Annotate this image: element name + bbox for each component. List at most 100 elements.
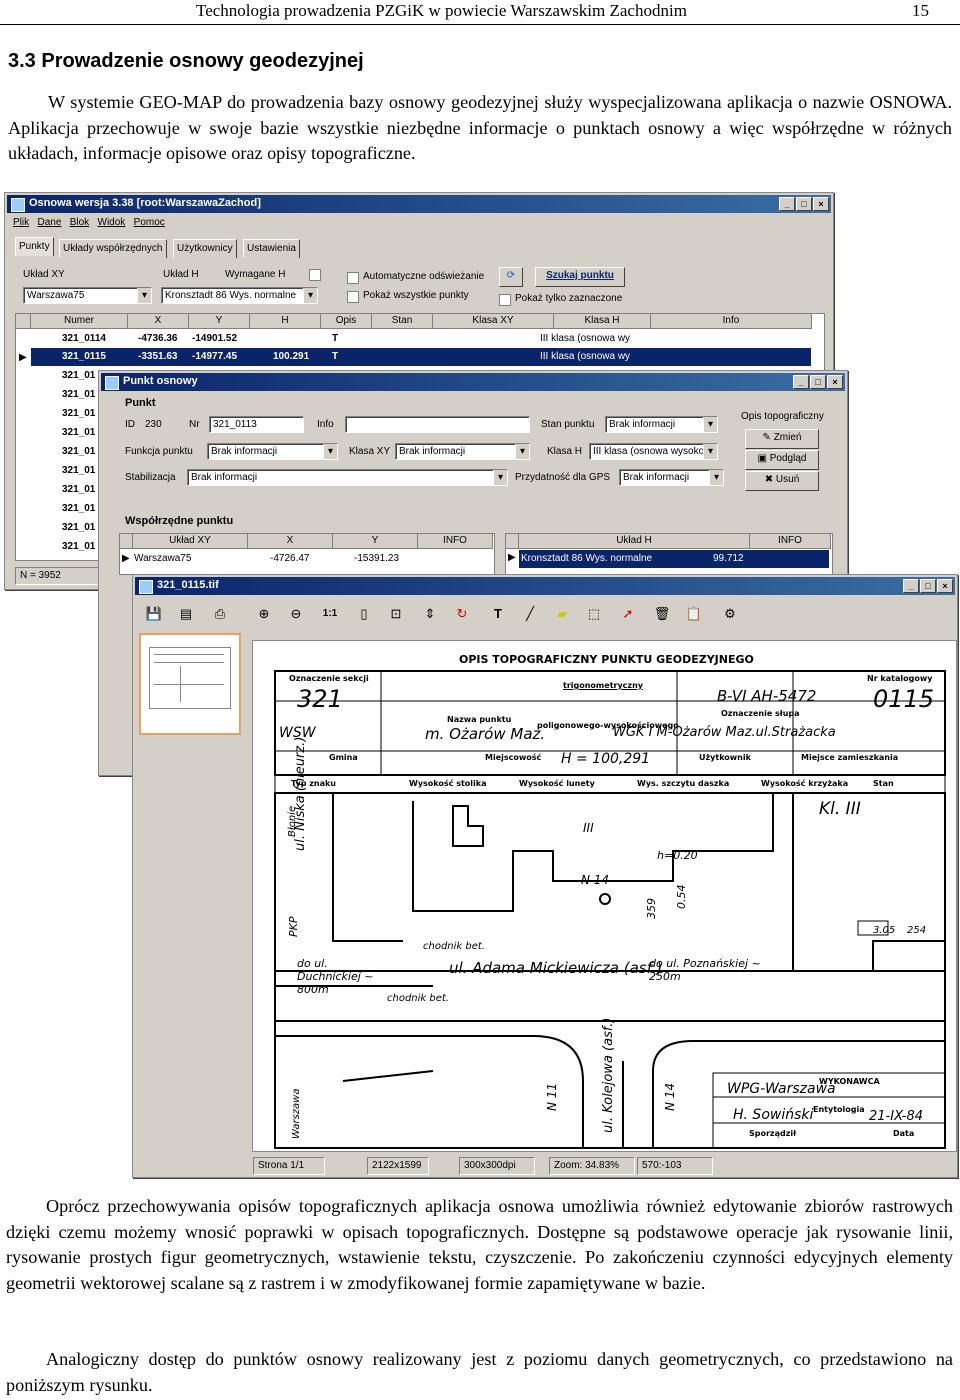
list-item[interactable]: 321_01 bbox=[62, 367, 95, 385]
nr-label: Nr bbox=[189, 419, 200, 430]
minimize-icon[interactable]: _ bbox=[779, 197, 795, 211]
list-item[interactable]: 321_01 bbox=[62, 443, 95, 461]
save-icon[interactable]: 💾 bbox=[143, 603, 165, 625]
list-item[interactable]: 321_01 bbox=[62, 386, 95, 404]
table-row-selected[interactable]: 321_0115 -3351.63 -14977.45 100.291 T II… bbox=[31, 348, 811, 366]
col-y[interactable]: Y bbox=[333, 534, 418, 549]
podglad-button[interactable]: ▣ Podgląd bbox=[745, 450, 819, 470]
klasa-xy-select[interactable]: Brak informacji bbox=[395, 443, 530, 460]
fit-height-icon[interactable]: ⇕ bbox=[419, 603, 441, 625]
paragraph-2: Oprócz przechowywania opisów topograficz… bbox=[6, 1194, 953, 1296]
uklad-xy-select[interactable]: Warszawa75 bbox=[23, 287, 152, 304]
zoom-in-icon[interactable]: ⊕ bbox=[253, 603, 275, 625]
menu-dane[interactable]: Dane bbox=[37, 217, 61, 228]
klasa-h-label: Klasa H bbox=[547, 446, 583, 457]
close-icon[interactable]: × bbox=[937, 579, 953, 593]
uklad-h-select[interactable]: Kronsztadt 86 Wys. normalne bbox=[161, 287, 318, 304]
fit-width-icon[interactable]: ⊡ bbox=[385, 603, 407, 625]
col-numer[interactable]: Numer bbox=[31, 314, 128, 329]
page-thumbnail[interactable] bbox=[139, 633, 241, 735]
col-klasa-h[interactable]: Klasa H bbox=[554, 314, 651, 329]
funkcja-select[interactable]: Brak informacji bbox=[207, 443, 338, 460]
zoom-1to1-icon[interactable]: 1:1 bbox=[319, 603, 341, 625]
search-point-button[interactable]: Szukaj punktu bbox=[535, 267, 625, 287]
col-uklad-xy[interactable]: Układ XY bbox=[133, 534, 248, 549]
status-zoom: Zoom: 34.83% bbox=[549, 1157, 635, 1175]
h-coords-table: Układ H INFO Kronsztadt 86 Wys. normalne… bbox=[505, 533, 833, 575]
data-label: Data bbox=[893, 1129, 915, 1138]
col-h[interactable]: H bbox=[250, 314, 321, 329]
slup-value: B-VI AH-5472 bbox=[717, 687, 817, 705]
pointer-icon[interactable]: ➚ bbox=[617, 603, 639, 625]
col-klasa-xy[interactable]: Klasa XY bbox=[433, 314, 554, 329]
menu-plik[interactable]: Plik bbox=[13, 217, 29, 228]
tab-ustawienia[interactable]: Ustawienia bbox=[243, 239, 300, 258]
table-row[interactable]: ▶ Warszawa75 -4726.47 -15391.23 bbox=[120, 550, 490, 568]
col-x[interactable]: X bbox=[248, 534, 333, 549]
menu-pomoc[interactable]: Pomoc bbox=[134, 217, 165, 228]
col-info[interactable]: Info bbox=[651, 314, 812, 329]
miejsce-label: Miejsce zamieszkania bbox=[801, 753, 899, 762]
col-stan[interactable]: Stan bbox=[372, 314, 433, 329]
maximize-icon[interactable]: □ bbox=[920, 579, 936, 593]
dist-305: 3.05 bbox=[873, 925, 896, 936]
nr-field[interactable]: 321_0113 bbox=[209, 416, 304, 433]
rotate-icon[interactable]: ↻ bbox=[451, 603, 473, 625]
show-all-checkbox[interactable] bbox=[347, 291, 359, 303]
select-rect-icon[interactable]: ⬚ bbox=[583, 603, 605, 625]
klasa-h-select[interactable]: III klasa (osnowa wysoko: bbox=[589, 443, 718, 460]
list-item[interactable]: 321_01 bbox=[62, 538, 95, 556]
list-item[interactable]: 321_01 bbox=[62, 500, 95, 518]
main-window-title: Osnowa wersja 3.38 [root:WarszawaZachod] bbox=[29, 197, 261, 209]
maximize-icon[interactable]: □ bbox=[796, 197, 812, 211]
stan-select[interactable]: Brak informacji bbox=[605, 416, 718, 433]
close-icon[interactable]: × bbox=[827, 375, 843, 389]
zoom-out-icon[interactable]: ⊖ bbox=[285, 603, 307, 625]
stabilizacja-select[interactable]: Brak informacji bbox=[187, 469, 508, 486]
col-x[interactable]: X bbox=[128, 314, 189, 329]
line-tool-icon[interactable]: ╱ bbox=[519, 603, 541, 625]
minimize-icon[interactable]: _ bbox=[793, 375, 809, 389]
col-uklad-h[interactable]: Układ H bbox=[519, 534, 750, 549]
list-item[interactable]: 321_01 bbox=[62, 462, 95, 480]
minimize-icon[interactable]: _ bbox=[903, 579, 919, 593]
page-number: 15 bbox=[912, 1, 929, 20]
paste-icon[interactable]: 📋 bbox=[683, 603, 705, 625]
tab-uklady[interactable]: Układy współrzędnych bbox=[59, 239, 167, 258]
auto-refresh-checkbox[interactable] bbox=[347, 272, 359, 284]
show-selected-checkbox[interactable] bbox=[499, 294, 511, 306]
list-item[interactable]: 321_01 bbox=[62, 481, 95, 499]
maximize-icon[interactable]: □ bbox=[810, 375, 826, 389]
menu-widok[interactable]: Widok bbox=[98, 217, 126, 228]
settings-icon[interactable]: ⚙ bbox=[719, 603, 741, 625]
tab-uzytkownicy[interactable]: Użytkownicy bbox=[173, 239, 237, 258]
uklad-xy-label: Układ XY bbox=[23, 269, 65, 280]
print-icon[interactable]: ⎙ bbox=[209, 603, 231, 625]
list-item[interactable]: 321_01 bbox=[62, 424, 95, 442]
list-item[interactable]: 321_01 bbox=[62, 519, 95, 537]
col-y[interactable]: Y bbox=[189, 314, 250, 329]
refresh-icon[interactable]: ⟳ bbox=[499, 267, 523, 287]
delete-icon[interactable]: 🗑 bbox=[651, 603, 673, 625]
list-item[interactable]: 321_01 bbox=[62, 405, 95, 423]
uklad-h-label: Układ H bbox=[163, 269, 199, 280]
col-opis[interactable]: Opis bbox=[321, 314, 372, 329]
tab-punkty[interactable]: Punkty bbox=[15, 237, 54, 256]
col-info[interactable]: INFO bbox=[418, 534, 493, 549]
gps-select[interactable]: Brak informacji bbox=[619, 469, 724, 486]
wymagane-h-checkbox[interactable] bbox=[309, 269, 321, 281]
close-icon[interactable]: × bbox=[813, 197, 829, 211]
info-field[interactable] bbox=[345, 416, 530, 433]
eraser-icon[interactable]: ▰ bbox=[551, 603, 573, 625]
fit-page-icon[interactable]: ▯ bbox=[353, 603, 375, 625]
sekcja-value: 321 bbox=[297, 685, 343, 713]
save-as-icon[interactable]: ▤ bbox=[175, 603, 197, 625]
table-row-selected[interactable]: Kronsztadt 86 Wys. normalne 99.712 bbox=[519, 550, 829, 568]
col-info[interactable]: INFO bbox=[750, 534, 831, 549]
table-row[interactable]: 321_0114 -4736.36 -14901.52 T III klasa … bbox=[16, 330, 824, 348]
menu-blok[interactable]: Blok bbox=[70, 217, 89, 228]
zmien-button[interactable]: ✎ Zmień bbox=[745, 429, 819, 449]
usun-button[interactable]: ✖ Usuń bbox=[745, 471, 819, 491]
text-tool-icon[interactable]: T bbox=[487, 603, 509, 625]
raster-title-bar: 321_0115.tif _ □ × bbox=[135, 577, 955, 595]
